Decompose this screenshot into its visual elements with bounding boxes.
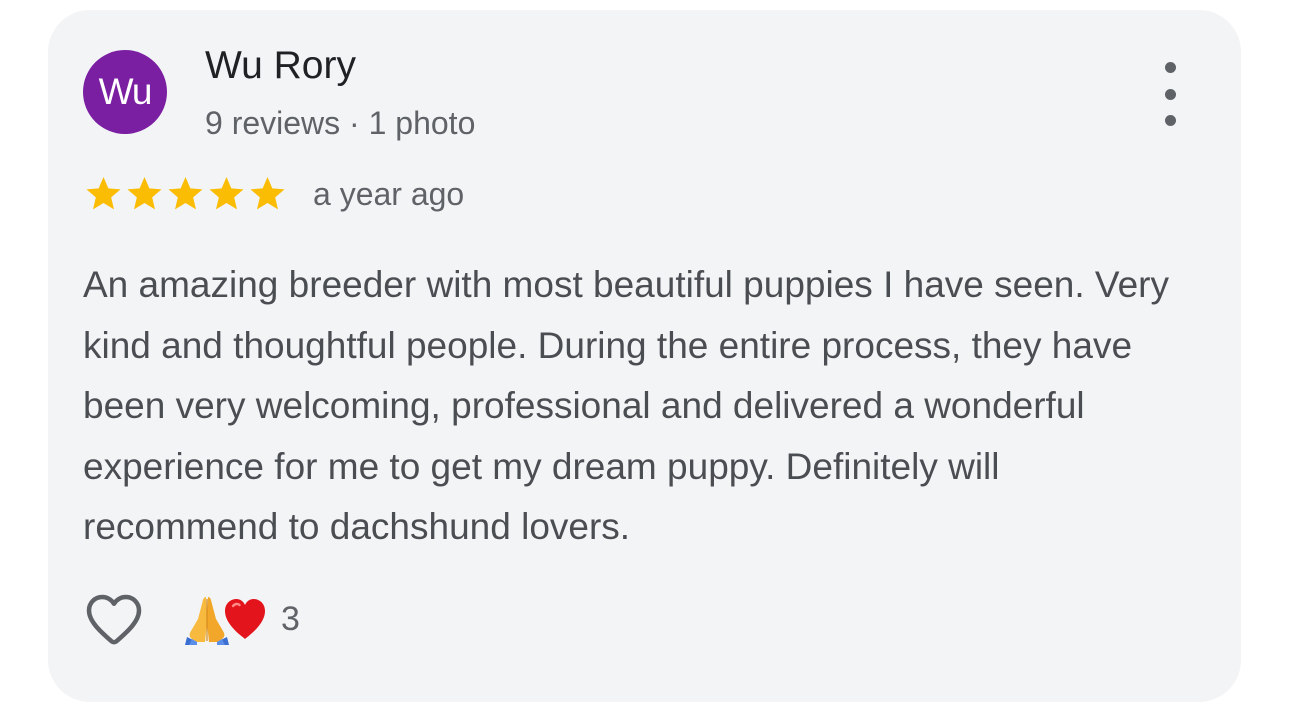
rating-row: a year ago — [83, 174, 464, 214]
star-icon — [86, 177, 121, 210]
author-name[interactable]: Wu Rory — [205, 44, 356, 88]
star-icon — [250, 177, 285, 210]
author-meta: 9 reviews · 1 photo — [205, 105, 476, 141]
heart-outline-icon — [86, 594, 142, 645]
more-options-button[interactable] — [1152, 62, 1188, 126]
more-vert-icon-dot — [1164, 88, 1176, 100]
star-icon — [127, 177, 162, 210]
red-heart-emoji — [225, 599, 265, 639]
like-button[interactable] — [83, 588, 145, 650]
review-date: a year ago — [313, 175, 465, 212]
review-card: Wu Wu Rory 9 reviews · 1 photo a year ag… — [48, 10, 1241, 702]
star-rating — [83, 174, 288, 214]
star-icon — [168, 177, 203, 210]
actions-row: 3 — [83, 588, 300, 650]
more-vert-icon-dot — [1164, 62, 1176, 73]
review-text: An amazing breeder with most beautiful p… — [83, 264, 1169, 547]
reactions-summary[interactable]: 3 — [183, 593, 300, 645]
avatar[interactable]: Wu — [83, 50, 167, 134]
more-vert-icon-dot — [1164, 115, 1176, 126]
reaction-count: 3 — [281, 599, 300, 638]
star-icon — [209, 177, 244, 210]
avatar-initials: Wu — [98, 71, 153, 112]
